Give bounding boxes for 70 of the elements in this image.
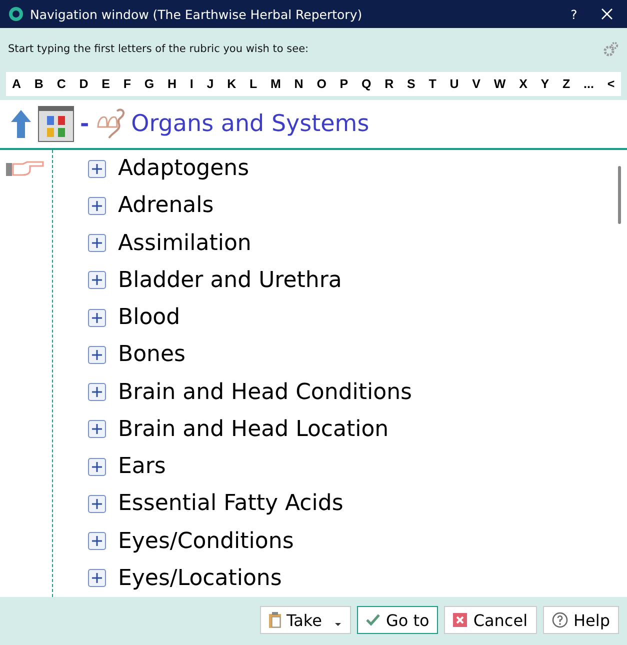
expand-icon[interactable] [88, 160, 106, 178]
app-logo-icon [8, 6, 24, 22]
cancel-button[interactable]: Cancel [444, 606, 537, 634]
letter-button[interactable]: < [605, 77, 617, 91]
pointing-hand-icon [6, 160, 46, 178]
letter-button[interactable]: R [382, 77, 396, 91]
clipboard-icon [268, 612, 280, 628]
letter-button[interactable]: L [247, 77, 260, 91]
tree-item[interactable]: Brain and Head Location [88, 410, 612, 448]
expand-icon[interactable] [88, 569, 106, 588]
letter-button[interactable]: O [314, 77, 328, 91]
tree-item[interactable]: Adaptogens [88, 150, 612, 188]
tree-item[interactable]: Eyes/Locations [88, 560, 612, 597]
letter-button[interactable]: ... [582, 77, 596, 91]
letter-button[interactable]: P [338, 77, 350, 91]
tree-item[interactable]: Assimilation [88, 224, 612, 262]
tree-item[interactable]: Brain and Head Conditions [88, 374, 612, 411]
letter-button[interactable]: Q [360, 77, 374, 91]
separator-dash: - [80, 112, 90, 136]
tree-item[interactable]: Ears [88, 448, 612, 486]
letter-button[interactable]: X [517, 77, 530, 91]
letter-button[interactable]: W [492, 77, 508, 91]
expand-icon[interactable] [88, 308, 106, 327]
tree-item[interactable]: Bones [88, 336, 612, 374]
help-button[interactable]: Help [542, 606, 619, 634]
prompt-text: Start typing the first letters of the rubric you wish to see: [8, 43, 310, 55]
letter-button[interactable]: Y [538, 77, 552, 91]
category-title: Organs and Systems [131, 111, 370, 137]
expand-icon[interactable] [88, 458, 106, 476]
window-title: Navigation window (The Earthwise Herbal Repertory) [30, 6, 364, 22]
expand-icon[interactable] [88, 494, 106, 513]
letter-button[interactable]: V [470, 77, 483, 91]
expand-icon[interactable] [88, 383, 106, 402]
expand-icon[interactable] [88, 234, 106, 252]
letter-button[interactable]: J [204, 77, 216, 91]
tree-item[interactable]: Adrenals [88, 187, 612, 224]
tree-item[interactable]: Eyes/Conditions [88, 522, 612, 560]
up-arrow-icon[interactable] [10, 109, 32, 139]
take-button[interactable]: Take [260, 606, 351, 634]
letter-button[interactable]: D [77, 77, 90, 91]
letter-button[interactable]: N [292, 77, 306, 91]
letter-button[interactable]: A [10, 77, 24, 91]
letter-button[interactable]: M [268, 77, 283, 91]
tree-item[interactable]: Essential Fatty Acids [88, 485, 612, 522]
letter-button[interactable]: H [165, 77, 178, 91]
tree-item[interactable]: Bladder and Urethra [88, 262, 612, 299]
letter-button[interactable]: B [32, 77, 46, 91]
category-grid-icon [38, 106, 74, 142]
expand-icon[interactable] [88, 532, 106, 550]
close-icon[interactable] [601, 8, 613, 20]
letter-button[interactable]: E [100, 77, 112, 91]
close-icon [453, 613, 468, 627]
expand-icon[interactable] [88, 271, 106, 290]
help-icon [552, 612, 568, 628]
letter-button[interactable]: K [225, 77, 238, 91]
expand-icon[interactable] [88, 346, 106, 364]
check-icon [366, 614, 380, 626]
letter-button[interactable]: F [121, 77, 133, 91]
expand-icon[interactable] [88, 420, 106, 438]
letter-button[interactable]: G [142, 77, 156, 91]
letter-button[interactable]: U [448, 77, 461, 91]
letter-button[interactable]: I [188, 77, 196, 91]
expand-icon[interactable] [88, 196, 106, 215]
letter-button[interactable]: C [54, 77, 68, 91]
go-to-button[interactable]: Go to [356, 606, 438, 634]
letter-button[interactable]: T [426, 77, 438, 91]
letter-button[interactable]: S [405, 77, 418, 91]
letter-button[interactable]: Z [560, 77, 572, 91]
tree-item[interactable]: Blood [88, 299, 612, 336]
help-button[interactable]: ? [559, 6, 589, 22]
